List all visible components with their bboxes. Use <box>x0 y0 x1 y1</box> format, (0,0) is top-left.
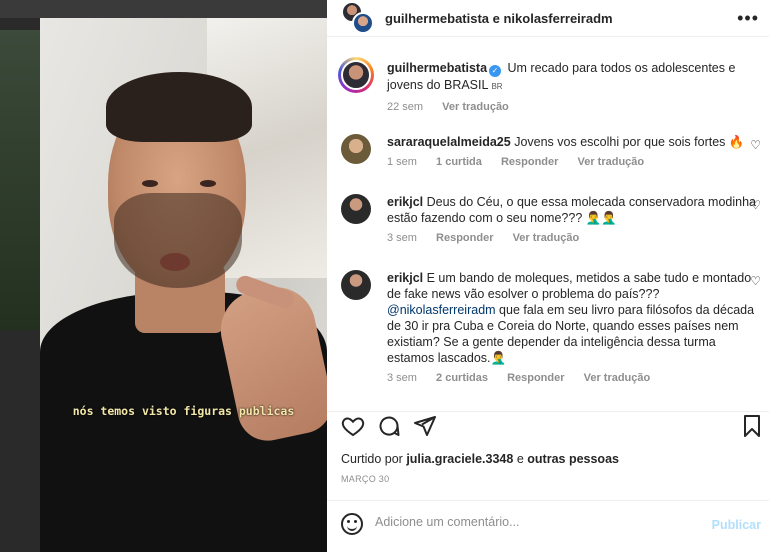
post-side-panel: guilhermebatista e nikolasferreiradm •••… <box>327 0 769 552</box>
avatar <box>341 60 371 90</box>
publish-button[interactable]: Publicar <box>712 518 761 532</box>
reply-button[interactable]: Responder <box>507 372 564 384</box>
comment-username[interactable]: erikjcl <box>387 271 423 285</box>
comment-time: 3 sem <box>387 372 417 384</box>
comment-text: erikjcl E um bando de moleques, metidos … <box>387 270 761 366</box>
mention-link[interactable]: @nikolasferreiradm <box>387 303 496 317</box>
caption-meta: 22 sem Ver tradução <box>387 101 761 113</box>
comment-item: erikjcl E um bando de moleques, metidos … <box>341 270 761 384</box>
header-avatars[interactable] <box>341 1 375 35</box>
like-comment-heart-icon[interactable]: ♡ <box>750 274 761 288</box>
video-person-mouth <box>160 253 190 271</box>
comment-item: sararaquelalmeida25 Jovens vos escolhi p… <box>341 134 761 168</box>
reply-button[interactable]: Responder <box>436 232 493 244</box>
post-caption: guilhermebatista ✓ Um recado para todos o… <box>338 57 761 113</box>
video-person-eye-left <box>142 180 158 187</box>
emoji-icon[interactable] <box>341 513 363 535</box>
post-header: guilhermebatista e nikolasferreiradm ••• <box>327 0 769 37</box>
comment-meta: 3 sem Responder Ver tradução <box>387 232 761 244</box>
avatar[interactable] <box>341 194 371 224</box>
liked-by-others[interactable]: outras pessoas <box>527 452 619 466</box>
caption-username[interactable]: guilhermebatista <box>387 61 487 75</box>
video-person-eye-right <box>200 180 216 187</box>
video-person-beard <box>114 193 242 288</box>
comment-time: 1 sem <box>387 156 417 168</box>
share-icon[interactable] <box>413 414 437 443</box>
post-actions-bar <box>327 411 769 441</box>
post-date: MARÇO 30 <box>341 474 390 484</box>
liked-by-prefix: Curtido por <box>341 452 403 466</box>
more-horizontal-icon[interactable]: ••• <box>737 8 759 29</box>
backdrop-top-strip <box>0 0 327 18</box>
heart-icon[interactable] <box>341 414 365 443</box>
comment-text: erikjcl Deus do Céu, o que essa molecada… <box>387 194 761 226</box>
comment-body: E um bando de moleques, metidos a sabe t… <box>387 271 752 301</box>
avatar[interactable] <box>341 270 371 300</box>
story-ring[interactable] <box>338 57 374 93</box>
translate-link[interactable]: Ver tradução <box>584 372 651 384</box>
backdrop-left-image <box>0 30 40 330</box>
header-usernames[interactable]: guilhermebatista e nikolasferreiradm <box>385 11 613 26</box>
liked-by-joiner: e <box>516 452 524 466</box>
comment-meta: 3 sem 2 curtidas Responder Ver tradução <box>387 372 761 384</box>
comment-body: Deus do Céu, o que essa molecada conserv… <box>387 195 756 225</box>
comment-likes-count[interactable]: 1 curtida <box>436 156 482 168</box>
bookmark-icon[interactable] <box>741 414 763 443</box>
caption-text: guilhermebatista ✓ Um recado para todos o… <box>387 60 761 95</box>
avatar <box>352 12 374 34</box>
comment-icon[interactable] <box>377 414 401 443</box>
add-comment-bar: Publicar <box>327 500 769 552</box>
comment-username[interactable]: erikjcl <box>387 195 423 209</box>
comment-time: 3 sem <box>387 232 417 244</box>
translate-link[interactable]: Ver tradução <box>442 101 509 113</box>
liked-by-user[interactable]: julia.graciele.3348 <box>406 452 513 466</box>
comment-likes-count[interactable]: 2 curtidas <box>436 372 488 384</box>
brazil-flag-icon: BR <box>491 82 503 91</box>
comment-body: Jovens vos escolhi por que sois fortes 🔥 <box>514 135 745 149</box>
reply-button[interactable]: Responder <box>501 156 558 168</box>
like-comment-heart-icon[interactable]: ♡ <box>750 198 761 212</box>
verified-icon: ✓ <box>489 65 502 77</box>
comment-meta: 1 sem 1 curtida Responder Ver tradução <box>387 156 761 168</box>
comments-list[interactable]: guilhermebatista ✓ Um recado para todos o… <box>327 48 769 400</box>
video-subtitle: nós temos visto figuras publicas <box>72 404 295 418</box>
avatar[interactable] <box>341 134 371 164</box>
post-video[interactable]: nós temos visto figuras publicas <box>40 18 327 552</box>
caption-time: 22 sem <box>387 101 424 113</box>
comment-username[interactable]: sararaquelalmeida25 <box>387 135 511 149</box>
comment-input[interactable] <box>375 515 695 529</box>
like-comment-heart-icon[interactable]: ♡ <box>750 138 761 152</box>
translate-link[interactable]: Ver tradução <box>513 232 580 244</box>
comment-text: sararaquelalmeida25 Jovens vos escolhi p… <box>387 134 761 150</box>
video-person-hair <box>106 72 252 142</box>
translate-link[interactable]: Ver tradução <box>577 156 644 168</box>
comment-item: erikjcl Deus do Céu, o que essa molecada… <box>341 194 761 244</box>
liked-by-line: Curtido por julia.graciele.3348 e outras… <box>341 452 619 466</box>
